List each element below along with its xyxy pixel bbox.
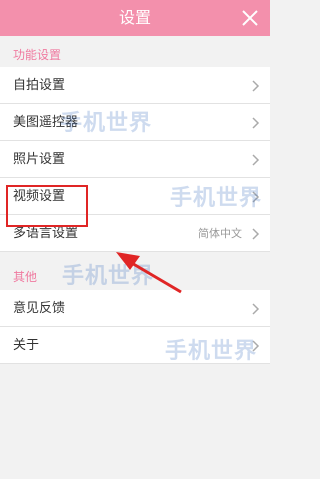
watermark: 手机世界 (62, 264, 155, 289)
chevron-right-icon (252, 117, 260, 129)
language-value: 简体中文 (198, 227, 242, 240)
settings-item-photo[interactable]: 照片设置 (0, 141, 270, 178)
watermark: 手机世界 (170, 186, 263, 211)
item-label: 照片设置 (13, 152, 66, 167)
settings-item-selfie[interactable]: 自拍设置 (0, 67, 270, 104)
chevron-right-icon (252, 80, 260, 92)
close-icon[interactable] (238, 6, 262, 30)
highlight-box (6, 185, 88, 227)
chevron-right-icon (252, 228, 260, 240)
settings-item-feedback[interactable]: 意见反馈 (0, 290, 270, 327)
item-label: 意见反馈 (13, 301, 66, 316)
watermark: 手机世界 (165, 339, 258, 364)
chevron-right-icon (252, 154, 260, 166)
watermark: 手机世界 (60, 111, 153, 136)
item-label: 自拍设置 (13, 78, 66, 93)
title-bar: 设置 (0, 0, 270, 36)
page-title: 设置 (118, 8, 151, 27)
section-label-features: 功能设置 (13, 48, 62, 62)
item-label: 关于 (13, 338, 40, 353)
section-label-other: 其他 (13, 270, 38, 284)
chevron-right-icon (252, 303, 260, 315)
